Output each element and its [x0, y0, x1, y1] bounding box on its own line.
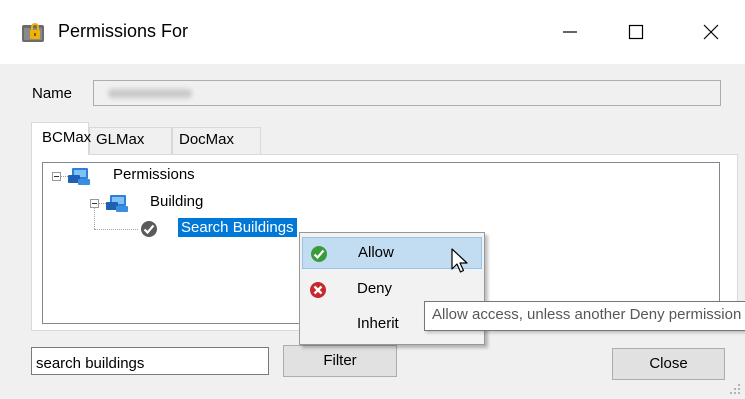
check-circle-icon	[141, 221, 157, 237]
lock-folder-icon	[22, 23, 44, 42]
tab-docmax[interactable]: DocMax	[172, 127, 261, 154]
tab-bcmax[interactable]: BCMax	[31, 122, 91, 155]
close-window-button[interactable]	[688, 14, 734, 50]
tree-node-building[interactable]: Building	[150, 193, 203, 210]
tree-node-search-buildings[interactable]: Search Buildings	[178, 218, 297, 237]
network-folder-icon	[106, 195, 128, 212]
tree-connector	[98, 203, 106, 204]
menu-item-label: Deny	[357, 280, 393, 297]
name-label: Name	[32, 85, 73, 102]
close-button[interactable]: Close	[612, 348, 725, 380]
title-bar: Permissions For	[0, 0, 745, 64]
tree-connector	[94, 208, 95, 229]
maximize-icon	[628, 24, 644, 40]
tooltip: Allow access, unless another Deny permis…	[424, 301, 745, 331]
tree-connector	[94, 229, 138, 230]
network-folder-icon	[68, 168, 90, 185]
window-title: Permissions For	[58, 21, 189, 41]
red-x-icon	[310, 282, 326, 298]
tab-glmax[interactable]: GLMax	[89, 127, 172, 154]
minimize-button[interactable]	[547, 14, 593, 50]
minimize-icon	[563, 31, 577, 33]
tree-node-permissions[interactable]: Permissions	[113, 166, 195, 183]
maximize-button[interactable]	[613, 14, 659, 50]
close-icon	[703, 24, 719, 40]
redacted-name-value	[108, 89, 192, 98]
collapse-toggle[interactable]	[90, 199, 99, 208]
name-field[interactable]	[93, 80, 721, 106]
pointer-cursor-icon	[451, 248, 468, 273]
tree-connector	[60, 176, 68, 177]
menu-item-label: Inherit	[357, 315, 399, 332]
filter-input[interactable]	[31, 347, 269, 375]
green-check-icon	[311, 246, 327, 262]
resize-grip-icon[interactable]	[729, 383, 741, 395]
collapse-toggle[interactable]	[52, 172, 61, 181]
menu-item-label: Allow	[358, 244, 394, 261]
filter-button[interactable]: Filter	[283, 345, 397, 377]
